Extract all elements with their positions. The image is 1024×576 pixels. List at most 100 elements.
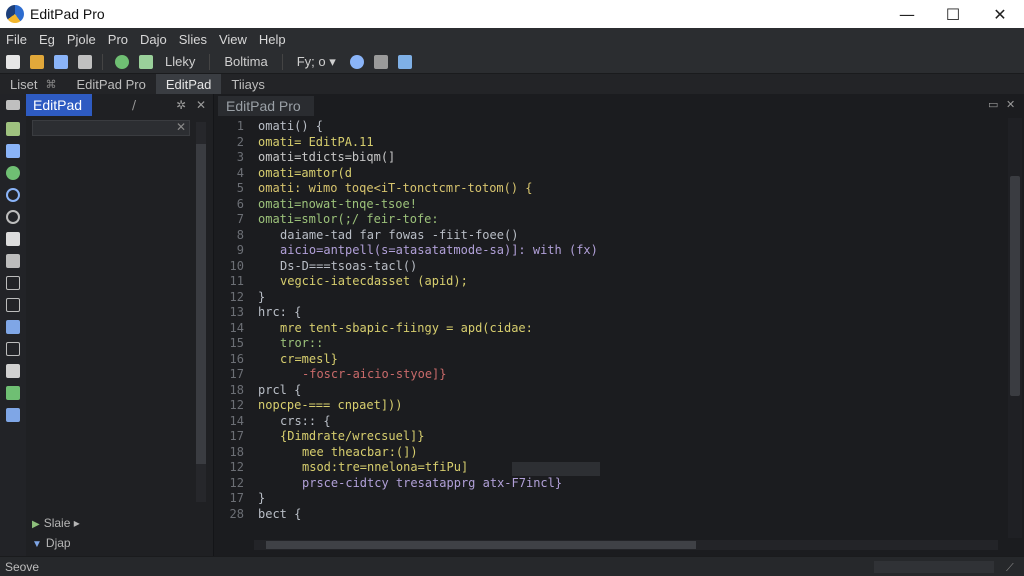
code-line[interactable]: daiame-tad far fowas -fiit-foee() [280,227,518,243]
menu-project[interactable]: Pjole [61,32,102,47]
palette-icon[interactable] [6,166,20,180]
folder-icon[interactable] [373,54,388,69]
code-line[interactable]: mee theacbar:(]) [302,444,418,460]
editor-close-icon[interactable]: ✕ [1006,98,1015,111]
editor-vertical-scrollbar[interactable] [1008,118,1022,538]
editor-scroll-thumb[interactable] [1010,176,1020,396]
gear-icon[interactable]: ✲ [176,98,186,112]
tab-label: Liset [10,76,38,92]
line-number: 7 [236,212,244,226]
code-line[interactable]: aicio=antpell(s=atasatatmode-sa)]: with … [280,242,598,258]
code-editor[interactable]: EditPad Pro ▭ ✕ 1 2 3 4 5 6 7 8 9 10 11 12 13 14 15 16 1… [214,94,1024,556]
export-icon[interactable] [6,298,20,312]
sidebar-scrollbar[interactable] [196,122,206,502]
code-line[interactable]: cr=mesl} [280,351,338,367]
star-icon[interactable] [6,386,20,400]
code-line[interactable]: omati: wimo toqe<iT-tonctcmr-totom() { [258,180,533,196]
code-line[interactable]: omati=tdicts=biqm(] [258,149,395,165]
print-icon[interactable] [78,54,92,69]
toolbar-label-likely[interactable]: Lleky [165,54,195,69]
menu-icon[interactable] [6,100,20,110]
square-icon[interactable] [6,342,20,356]
code-line[interactable]: vegcic-iatecdasset (apid); [280,273,468,289]
close-button[interactable]: ✕ [977,0,1023,28]
search-icon[interactable] [6,188,20,202]
line-number: 10 [229,258,244,273]
sidebar-tab[interactable]: EditPad [26,94,92,116]
clear-search-icon[interactable]: ✕ [176,120,186,134]
minimize-button[interactable]: — [884,0,930,28]
editor-restore-icon[interactable]: ▭ [988,98,998,111]
person-icon[interactable] [6,408,20,422]
window-icon[interactable] [6,320,20,334]
pin-icon[interactable]: / [132,98,136,112]
code-line[interactable]: mre tent-sbapic-fiingy = apd(cidae: [280,320,533,336]
menu-data[interactable]: Dajo [134,32,173,47]
pen-icon[interactable] [6,122,20,136]
zoom-icon[interactable] [6,210,20,224]
page-icon[interactable] [6,254,20,268]
tree-node[interactable]: ▶ Slaie ▸ [32,516,80,530]
collapse-arrow-icon[interactable]: ▼ [32,539,42,550]
document-icon[interactable] [6,232,20,246]
toolbar-label-boltima[interactable]: Boltima [224,54,267,69]
editor-tab[interactable]: EditPad Pro [218,96,314,116]
toolbar-dropdown[interactable]: Fy; o ▾ [297,54,336,70]
code-line[interactable]: prsce-cidtcy tresatapprg atx-F7incl} [302,475,562,491]
code-line[interactable]: crs:: { [280,413,331,429]
tree-node[interactable]: ▼ Djap [32,536,71,550]
tab-tiiays[interactable]: Tiiays [221,74,274,94]
line-number: 17 [229,429,244,443]
code-line[interactable]: } [258,289,265,305]
resize-grip-icon[interactable]: ⟋ [1006,561,1014,575]
new-file-icon[interactable] [6,54,20,69]
tab-editpad[interactable]: EditPad [155,74,222,94]
maximize-button[interactable]: ☐ [930,0,976,28]
code-line[interactable]: msod:tre=nnelona=tfiPu] [302,459,468,475]
code-line[interactable]: omati=amtor(d [258,165,352,181]
code-line[interactable]: -foscr-aicio-styoe]} [302,366,447,382]
code-line[interactable]: tror:: [280,335,323,351]
menu-view[interactable]: View [213,32,253,47]
menu-edit[interactable]: Eg [33,32,61,47]
tab-label: Tiiays [231,76,265,92]
sidebar-header: EditPad / ✲ ✕ [26,94,214,116]
line-number: 16 [229,351,244,366]
sync-icon[interactable] [139,54,153,69]
editor-hscroll-thumb[interactable] [266,541,696,549]
save-icon[interactable] [54,54,68,69]
menu-help[interactable]: Help [253,32,292,47]
menu-pro[interactable]: Pro [102,32,134,47]
expand-arrow-icon[interactable]: ▶ [32,519,40,530]
code-line[interactable]: omati=smlor(;/ feir-tofe: [258,211,439,227]
sidebar-search-input[interactable] [32,120,190,136]
code-line[interactable]: } [258,490,265,506]
menu-files[interactable]: Slies [173,32,213,47]
code-line[interactable]: prcl { [258,382,301,398]
frame-icon[interactable] [6,276,20,290]
menu-file[interactable]: File [0,32,33,47]
refresh-icon[interactable] [115,54,129,69]
tab-list[interactable]: Liset ⌘ [0,74,66,94]
search-icon[interactable] [349,54,364,69]
code-line[interactable]: Ds-D===tsoas-tacl() [280,258,417,274]
sidebar-scroll-thumb[interactable] [196,144,206,464]
sidebar-panel: EditPad / ✲ ✕ ✕ ▶ Slaie ▸ ▼ Djap [26,94,214,556]
tab-editpad-pro[interactable]: EditPad Pro [66,74,155,94]
line-number: 14 [229,320,244,335]
code-line[interactable]: hrc: { [258,304,301,320]
open-folder-icon[interactable] [30,54,44,69]
tab-close-icon[interactable]: ⌘ [45,78,56,91]
code-line[interactable]: omati() { [258,118,323,134]
close-icon[interactable]: ✕ [196,98,206,112]
line-number: 14 [229,413,244,428]
code-line[interactable]: omati=nowat-tnqe-tsoe! [258,196,417,212]
edit-icon[interactable] [6,364,20,378]
code-line[interactable]: nopcpe-=== cnpaet])) [258,397,403,413]
tools-icon[interactable] [6,144,20,158]
code-line[interactable]: bect { [258,506,301,522]
code-line[interactable]: {Dimdrate/wrecsuel]} [280,428,425,444]
code-line[interactable]: omati= EditPA.11 [258,134,374,150]
editor-horizontal-scrollbar[interactable] [254,540,998,550]
clipboard-icon[interactable] [397,54,412,69]
